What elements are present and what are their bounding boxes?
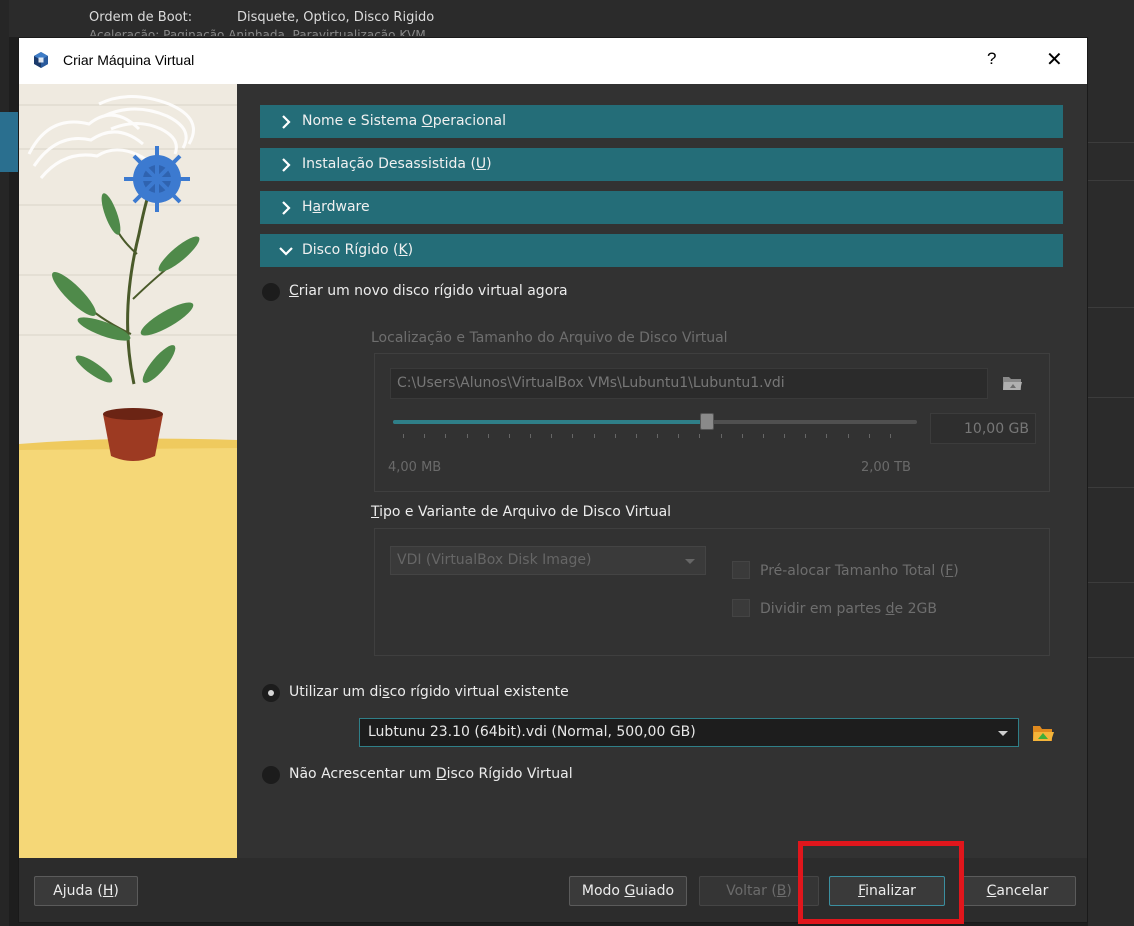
radio-no-disk[interactable] bbox=[262, 766, 280, 784]
slider-tick bbox=[445, 434, 446, 438]
section-unattended[interactable]: Instalação Desassistida (U) bbox=[260, 148, 1063, 181]
slider-tick bbox=[615, 434, 616, 438]
slider-tick bbox=[805, 434, 806, 438]
folder-icon[interactable] bbox=[1001, 373, 1023, 393]
dialog-title: Criar Máquina Virtual bbox=[63, 52, 195, 68]
section-hardware[interactable]: Hardware bbox=[260, 191, 1063, 224]
background-app-right-panel bbox=[1088, 37, 1134, 926]
boot-order-label: Ordem de Boot: bbox=[89, 10, 193, 25]
guided-mode-button[interactable]: Modo Guiado bbox=[569, 876, 687, 906]
radio-create-new-disk-label[interactable]: Criar um novo disco rígido virtual agora bbox=[289, 283, 568, 299]
help-button[interactable]: ? bbox=[987, 49, 996, 69]
slider-tick bbox=[488, 434, 489, 438]
radio-use-existing-disk[interactable] bbox=[262, 684, 280, 702]
section-unattended-label: Instalação Desassistida (U) bbox=[302, 156, 492, 172]
location-group-title: Localização e Tamanho do Arquivo de Disc… bbox=[371, 330, 728, 346]
slider-tick bbox=[657, 434, 658, 438]
slider-tick bbox=[509, 434, 510, 438]
boot-order-value: Disquete, Optico, Disco Rigido bbox=[237, 10, 435, 25]
slider-ticks bbox=[403, 434, 891, 438]
slider-tick bbox=[572, 434, 573, 438]
slider-tick bbox=[467, 434, 468, 438]
slider-tick bbox=[636, 434, 637, 438]
section-hardware-label: Hardware bbox=[302, 199, 370, 215]
existing-disk-select-value: Lubtunu 23.10 (64bit).vdi (Normal, 500,0… bbox=[368, 724, 696, 740]
slider-tick bbox=[742, 434, 743, 438]
background-hidden-row: Aceleração: Paginação Aninhada, Paravirt… bbox=[89, 28, 426, 36]
slider-tick bbox=[826, 434, 827, 438]
slider-tick bbox=[403, 434, 404, 438]
disk-size-slider-fill bbox=[393, 420, 707, 424]
slider-tick bbox=[594, 434, 595, 438]
chevron-right-icon bbox=[282, 158, 291, 172]
slider-tick bbox=[699, 434, 700, 438]
dropdown-arrow-icon bbox=[998, 731, 1008, 736]
folder-open-green-icon[interactable] bbox=[1031, 722, 1055, 744]
preallocate-checkbox[interactable] bbox=[732, 561, 750, 579]
create-vm-dialog: Criar Máquina Virtual ? ✕ Nome e Sistema… bbox=[18, 37, 1088, 924]
disk-size-min-label: 4,00 MB bbox=[388, 460, 442, 475]
dropdown-arrow-icon bbox=[685, 559, 695, 564]
dialog-titlebar: Criar Máquina Virtual ? ✕ bbox=[19, 38, 1087, 84]
slider-tick bbox=[890, 434, 891, 438]
virtualbox-icon bbox=[34, 52, 48, 68]
chevron-right-icon bbox=[282, 115, 291, 129]
radio-no-disk-label[interactable]: Não Acrescentar um Disco Rígido Virtual bbox=[289, 766, 573, 782]
boot-order-row: Ordem de Boot: Disquete, Optico, Disco R… bbox=[89, 10, 434, 25]
section-hard-disk[interactable]: Disco Rígido (K) bbox=[260, 234, 1063, 267]
chevron-right-icon bbox=[282, 201, 291, 215]
disk-size-field[interactable]: 10,00 GB bbox=[930, 413, 1036, 444]
cancel-button[interactable]: Cancelar bbox=[959, 876, 1076, 906]
slider-tick bbox=[869, 434, 870, 438]
background-app-sidebar-tab bbox=[0, 112, 18, 172]
slider-tick bbox=[530, 434, 531, 438]
finish-highlight-box bbox=[798, 841, 964, 924]
preallocate-label[interactable]: Pré-alocar Tamanho Total (F) bbox=[760, 563, 959, 579]
section-hard-disk-label: Disco Rígido (K) bbox=[302, 242, 414, 258]
type-group-title: Tipo e Variante de Arquivo de Disco Virt… bbox=[371, 504, 672, 520]
section-name-os[interactable]: Nome e Sistema Operacional bbox=[260, 105, 1063, 138]
close-button[interactable]: ✕ bbox=[1046, 47, 1063, 72]
background-app-details: Ordem de Boot: Disquete, Optico, Disco R… bbox=[9, 0, 1134, 37]
existing-disk-select[interactable]: Lubtunu 23.10 (64bit).vdi (Normal, 500,0… bbox=[359, 718, 1019, 747]
slider-tick bbox=[721, 434, 722, 438]
radio-use-existing-disk-label[interactable]: Utilizar um disco rígido virtual existen… bbox=[289, 684, 569, 700]
disk-path-field[interactable]: C:\Users\Alunos\VirtualBox VMs\Lubuntu1\… bbox=[390, 368, 988, 399]
slider-tick bbox=[424, 434, 425, 438]
disk-size-slider[interactable] bbox=[393, 413, 917, 430]
slider-tick bbox=[551, 434, 552, 438]
disk-type-select-value: VDI (VirtualBox Disk Image) bbox=[397, 552, 592, 568]
chevron-down-icon bbox=[279, 247, 293, 256]
wizard-illustration bbox=[19, 84, 237, 858]
slider-tick bbox=[784, 434, 785, 438]
section-name-os-label: Nome e Sistema Operacional bbox=[302, 113, 507, 129]
slider-tick bbox=[763, 434, 764, 438]
help-footer-button[interactable]: Ajuda (H) bbox=[34, 876, 138, 906]
radio-create-new-disk[interactable] bbox=[262, 283, 280, 301]
disk-size-slider-handle[interactable] bbox=[700, 413, 714, 430]
disk-type-select[interactable]: VDI (VirtualBox Disk Image) bbox=[390, 546, 706, 575]
disk-size-max-label: 2,00 TB bbox=[861, 460, 911, 475]
slider-tick bbox=[678, 434, 679, 438]
slider-tick bbox=[848, 434, 849, 438]
split-2gb-label[interactable]: Dividir em partes de 2GB bbox=[760, 601, 937, 617]
split-2gb-checkbox[interactable] bbox=[732, 599, 750, 617]
